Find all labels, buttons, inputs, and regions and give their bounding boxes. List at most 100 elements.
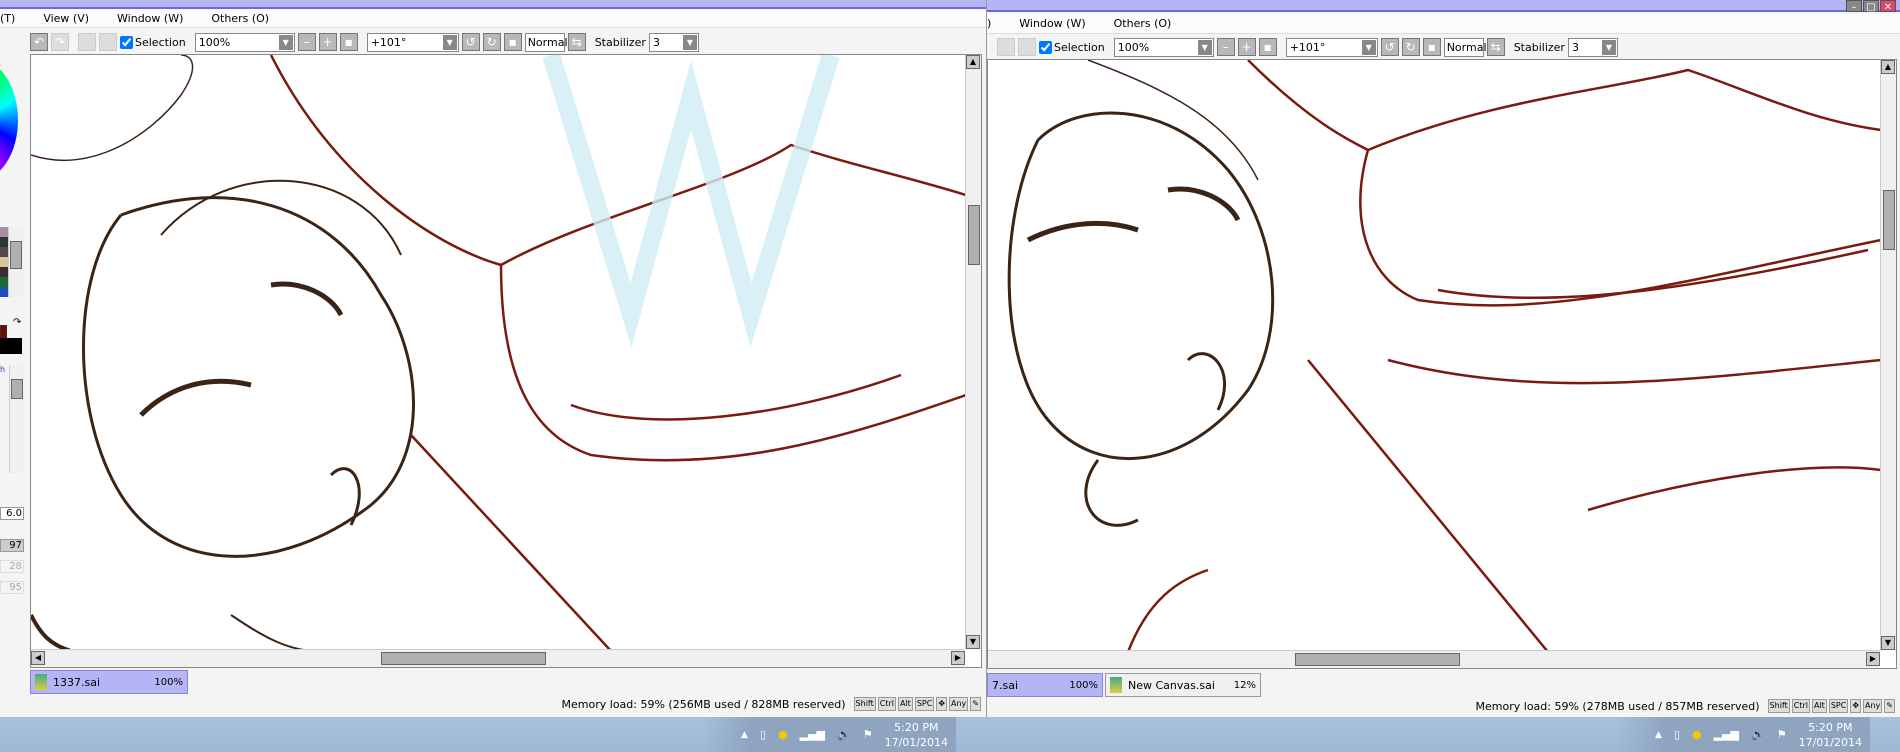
show-hidden-icons[interactable]: ▲: [741, 730, 748, 740]
clock[interactable]: 5:20 PM 17/01/2014: [885, 720, 948, 750]
menu-others[interactable]: Others (O): [1114, 17, 1172, 30]
menu-others[interactable]: Others (O): [211, 12, 269, 25]
swap-colors-icon[interactable]: ↷: [13, 317, 21, 328]
size-text: 6.0: [6, 508, 22, 519]
key-alt: Alt: [1811, 699, 1827, 713]
tool-scrollbar[interactable]: [9, 365, 23, 473]
network-icon[interactable]: ▂▄▆: [1714, 728, 1739, 741]
menu-tools[interactable]: (T): [0, 12, 15, 25]
document-tab[interactable]: 7.sai 100%: [987, 673, 1103, 697]
action-center-flag-icon[interactable]: ⚑: [863, 728, 873, 741]
menu-bar: (T) View (V) Window (W) Others (O): [0, 10, 986, 28]
horizontal-scrollbar[interactable]: ◀ ▶: [31, 649, 965, 667]
chevron-down-icon: ▼: [278, 34, 293, 50]
menu-view[interactable]: View (V): [43, 12, 89, 25]
zoom-select[interactable]: 100% ▼: [1113, 37, 1214, 57]
zoom-reset-button[interactable]: ▪: [1258, 38, 1277, 56]
network-icon[interactable]: ▂▄▆: [800, 728, 825, 741]
zoom-value: 100%: [198, 35, 231, 49]
clock-time: 5:20 PM: [894, 720, 939, 734]
flip-icon[interactable]: ⇆: [567, 33, 586, 51]
density-value[interactable]: 97: [0, 539, 24, 552]
chevron-down-icon: ▼: [1361, 39, 1376, 55]
menu-window[interactable]: Window (W): [117, 12, 183, 25]
document-tab[interactable]: New Canvas.sai 12%: [1105, 673, 1261, 697]
rotate-right-button[interactable]: ↻: [1401, 38, 1420, 56]
power-icon[interactable]: ▯: [760, 728, 766, 741]
menu-bar: ) Window (W) Others (O): [987, 14, 1900, 34]
tab-percent: 100%: [1069, 679, 1098, 691]
deselect-button[interactable]: [78, 33, 96, 51]
selection-toggle[interactable]: Selection: [1039, 40, 1105, 54]
deselect-button[interactable]: [997, 38, 1015, 56]
zoom-in-button[interactable]: +: [1237, 38, 1256, 56]
app-tray-icon[interactable]: ●: [1692, 728, 1702, 741]
show-hidden-icons[interactable]: ▲: [1655, 730, 1662, 740]
blend-mode-button[interactable]: Normal: [524, 32, 568, 52]
param-value-1[interactable]: 28: [0, 560, 24, 573]
blend-value: Normal: [527, 35, 568, 49]
flip-icon[interactable]: ⇆: [1486, 38, 1505, 56]
swatch-scrollbar[interactable]: [8, 227, 23, 297]
zoom-select[interactable]: 100% ▼: [194, 32, 295, 52]
file-icon: [1110, 677, 1122, 693]
menu-window[interactable]: Window (W): [1019, 17, 1085, 30]
wip-watermark: [542, 55, 840, 348]
invert-selection-button[interactable]: [99, 33, 117, 51]
selection-checkbox[interactable]: [120, 35, 133, 49]
zoom-out-button[interactable]: –: [1216, 38, 1235, 56]
stabilizer-select[interactable]: 3 ▼: [648, 32, 699, 52]
chevron-down-icon: ▼: [682, 34, 697, 50]
pen-icon: ✎: [1884, 699, 1895, 713]
zoom-in-button[interactable]: +: [318, 33, 337, 51]
vertical-scrollbar[interactable]: ▲ ▼: [1880, 60, 1896, 650]
document-tab[interactable]: 1337.sai 100%: [30, 670, 188, 694]
stabilizer-value: 3: [1571, 40, 1579, 54]
undo-button[interactable]: ↶: [30, 33, 48, 51]
menu-view[interactable]: ): [987, 17, 991, 30]
rotate-reset-button[interactable]: ▪: [1422, 38, 1441, 56]
title-bar: [987, 0, 1900, 12]
app-minimize-button[interactable]: –: [1846, 0, 1862, 13]
zoom-reset-button[interactable]: ▪: [339, 33, 358, 51]
canvas-view[interactable]: ▲ ▼ ◀ ▶: [30, 54, 982, 668]
rotation-select[interactable]: +101° ▼: [366, 32, 459, 52]
selection-label: Selection: [135, 35, 186, 49]
left-sai-window: – □ ✕ (T) View (V) Window (W) Others (O)…: [0, 0, 986, 717]
vertical-scrollbar[interactable]: ▲ ▼: [965, 55, 981, 649]
rotation-select[interactable]: +101° ▼: [1285, 37, 1378, 57]
param-text-2: 95: [9, 582, 22, 593]
blend-mode-button[interactable]: Normal: [1443, 37, 1487, 57]
rotate-reset-button[interactable]: ▪: [503, 33, 522, 51]
app-tray-icon[interactable]: ●: [778, 728, 788, 741]
blend-value: Normal: [1446, 40, 1487, 54]
selection-checkbox[interactable]: [1039, 40, 1052, 54]
system-tray: ▲ ▯ ● ▂▄▆ 🔈 ⚑ 5:20 PM 17/01/2014: [1615, 717, 1870, 752]
secondary-color[interactable]: [0, 338, 22, 354]
stabilizer-label: Stabilizer: [594, 35, 646, 49]
horizontal-scrollbar[interactable]: ▶: [988, 650, 1880, 668]
app-maximize-button[interactable]: □: [1863, 0, 1879, 13]
move-icon: ✥: [936, 697, 948, 711]
param-value-2[interactable]: 95: [0, 581, 24, 594]
selection-toggle[interactable]: Selection: [120, 35, 186, 49]
invert-selection-button[interactable]: [1018, 38, 1036, 56]
canvas-view[interactable]: ▲ ▼ ▶: [987, 59, 1897, 669]
system-tray: ▲ ▯ ● ▂▄▆ 🔈 ⚑ 5:20 PM 17/01/2014: [701, 717, 956, 752]
action-center-flag-icon[interactable]: ⚑: [1777, 728, 1787, 741]
color-wheel[interactable]: [0, 60, 18, 180]
stabilizer-select[interactable]: 3 ▼: [1567, 37, 1618, 57]
swatch-list[interactable]: [0, 227, 8, 297]
app-close-button[interactable]: ✕: [1880, 0, 1896, 13]
volume-icon[interactable]: 🔈: [837, 728, 851, 741]
power-icon[interactable]: ▯: [1674, 728, 1680, 741]
rotate-left-button[interactable]: ↺: [461, 33, 480, 51]
volume-icon[interactable]: 🔈: [1751, 728, 1765, 741]
rotate-right-button[interactable]: ↻: [482, 33, 501, 51]
zoom-out-button[interactable]: –: [297, 33, 316, 51]
status-bar: Memory load: 59% (256MB used / 828MB res…: [562, 696, 981, 712]
size-value[interactable]: 6.0: [0, 507, 24, 520]
redo-button[interactable]: ↷: [51, 33, 69, 51]
clock[interactable]: 5:20 PM 17/01/2014: [1799, 720, 1862, 750]
rotate-left-button[interactable]: ↺: [1380, 38, 1399, 56]
